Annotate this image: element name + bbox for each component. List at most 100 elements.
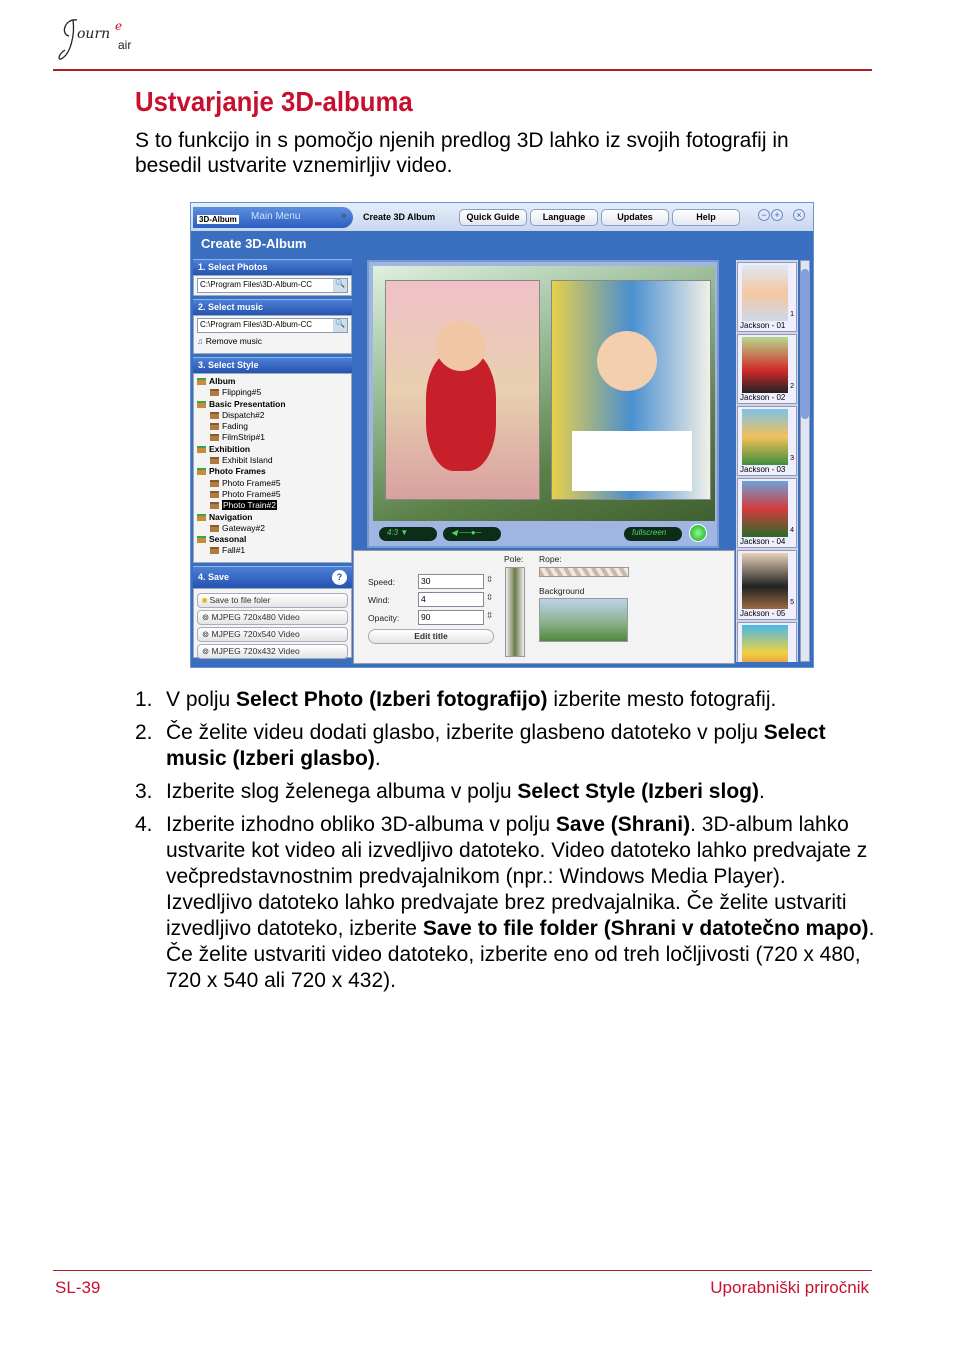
thumbnail-number: 4 [790,527,794,534]
breadcrumb: Create 3D Album [363,212,436,222]
style-item[interactable]: Photo Frame#5 [197,489,348,500]
spinner-icon[interactable]: ⇳ [486,592,493,603]
step4-header: 4. Save? [193,566,352,588]
thumbnail-image [742,553,788,609]
thumbnail-scrollbar[interactable] [800,260,810,662]
thumbnail-number: 1 [790,311,794,318]
style-item[interactable]: Photo Frame#5 [197,478,348,489]
thumbnail-image [742,481,788,537]
background-swatch[interactable] [539,598,628,642]
remove-music-button[interactable]: ♫ Remove music [197,333,348,351]
pole-swatch[interactable] [505,567,525,657]
style-category[interactable]: Navigation [197,512,348,523]
play-button[interactable] [689,524,707,542]
style-item[interactable]: Exhibit Island [197,455,348,466]
style-item[interactable]: Flipping#5 [197,387,348,398]
fullscreen-button[interactable]: fullscreen [624,527,682,541]
style-item[interactable]: Fading [197,421,348,432]
thumbnail-item[interactable]: 2 Jackson - 02 [737,334,797,404]
step-item: 1. V polju Select Photo (Izberi fotografi… [135,688,777,711]
step2-header: 2. Select music [193,299,352,315]
rope-swatch[interactable] [539,567,629,577]
pole-label: Pole: [504,554,524,564]
thumbnail-item[interactable]: 1 Jackson - 01 [737,262,797,332]
folder-icon [197,378,206,385]
chevron-right-icon: » [341,210,347,221]
music-path-input[interactable]: C:\Program Files\3D-Album-CC 🔍 [197,318,348,333]
style-icon [210,502,219,510]
thumbnail-image [742,337,788,393]
thumbnail-list: 1 Jackson - 01 2 Jackson - 02 3 Jackson - 03 4… [736,260,798,662]
folder-icon [197,536,206,544]
mjpeg-720x432-button[interactable]: ⊚ MJPEG 720x432 Video [197,644,348,659]
thumbnail-item[interactable]: 5 Jackson - 05 [737,550,797,620]
main-menu-label: Main Menu [251,211,301,222]
style-icon [210,479,219,487]
film-icon: ⊚ [202,629,210,639]
folder-icon [197,513,206,521]
style-item[interactable]: Gateway#2 [197,523,348,534]
speed-label: Speed: [368,577,395,587]
thumbnail-item[interactable] [737,622,797,662]
updates-button[interactable]: Updates [601,209,669,226]
page-number: SL-39 [55,1278,101,1297]
thumbnail-number: 2 [790,383,794,390]
style-item[interactable]: Photo Train#2 [197,500,348,511]
help-icon[interactable]: ? [332,570,347,585]
thumbnail-number: 3 [790,455,794,462]
style-category[interactable]: Album [197,376,348,387]
save-to-folder-button[interactable]: ■ Save to file foler [197,593,348,608]
speed-input[interactable]: 30 [418,574,484,589]
panel-title: Create 3D-Album [201,236,307,251]
steps-list: 1. V polju Select Photo (Izberi fotografi… [135,687,875,1001]
step-item: 3. Izberite slog želenega albuma v polju … [135,780,765,803]
preview-image [373,266,715,521]
browse-icon[interactable]: 🔍 [333,279,347,292]
style-category[interactable]: Exhibition [197,444,348,455]
style-item[interactable]: Dispatch#2 [197,410,348,421]
thumbnail-number: 5 [790,599,794,606]
style-item[interactable]: Fall#1 [197,545,348,556]
film-icon: ⊚ [202,646,210,656]
svg-text:e: e [115,19,122,33]
style-tree: Album Flipping#5 Basic Presentation Dispatc… [193,373,352,563]
settings-panel: Speed: 30 ⇳ Wind: 4 ⇳ Opacity: 90 ⇳ Edit… [353,550,735,664]
photos-path-input[interactable]: C:\Program Files\3D-Album-CC 🔍 [197,278,348,293]
edit-title-button[interactable]: Edit title [368,629,494,644]
thumbnail-label: Jackson - 04 [740,537,786,546]
volume-slider[interactable]: ◀ ──●─ [443,527,501,541]
thumbnail-item[interactable]: 4 Jackson - 04 [737,478,797,548]
mjpeg-720x540-button[interactable]: ⊚ MJPEG 720x540 Video [197,627,348,642]
main-menu-button[interactable]: 3D-Album Main Menu [193,207,353,228]
thumbnail-label: Jackson - 03 [740,465,786,474]
folder-icon: ■ [202,595,208,605]
footer-rule [53,1270,872,1271]
minimize-icon[interactable]: − [758,209,770,221]
quick-guide-button[interactable]: Quick Guide [459,209,527,226]
aspect-ratio-dropdown[interactable]: 4:3 ▼ [379,527,437,541]
language-button[interactable]: Language [530,209,598,226]
spinner-icon[interactable]: ⇳ [486,574,493,585]
close-icon[interactable]: × [793,209,805,221]
step1-header: 1. Select Photos [193,259,352,275]
opacity-input[interactable]: 90 [418,610,484,625]
film-icon: ⊚ [202,612,210,622]
style-icon [210,490,219,498]
maximize-icon[interactable]: + [771,209,783,221]
mjpeg-720x480-button[interactable]: ⊚ MJPEG 720x480 Video [197,610,348,625]
thumbnail-label: Jackson - 05 [740,609,786,618]
wind-input[interactable]: 4 [418,592,484,607]
help-button[interactable]: Help [672,209,740,226]
journe-air-logo: ourn e air [58,19,131,60]
style-category[interactable]: Seasonal [197,534,348,545]
thumbnail-item[interactable]: 3 Jackson - 03 [737,406,797,476]
spinner-icon[interactable]: ⇳ [486,610,493,621]
step3-header: 3. Select Style [193,357,352,373]
step-item: 4. Izberite izhodno obliko 3D-albuma v po… [135,813,875,992]
style-item[interactable]: FilmStrip#1 [197,432,348,443]
svg-text:air: air [118,38,131,52]
style-category[interactable]: Basic Presentation [197,399,348,410]
browse-icon[interactable]: 🔍 [333,319,347,332]
style-category[interactable]: Photo Frames [197,466,348,477]
thumbnail-label: Jackson - 02 [740,393,786,402]
